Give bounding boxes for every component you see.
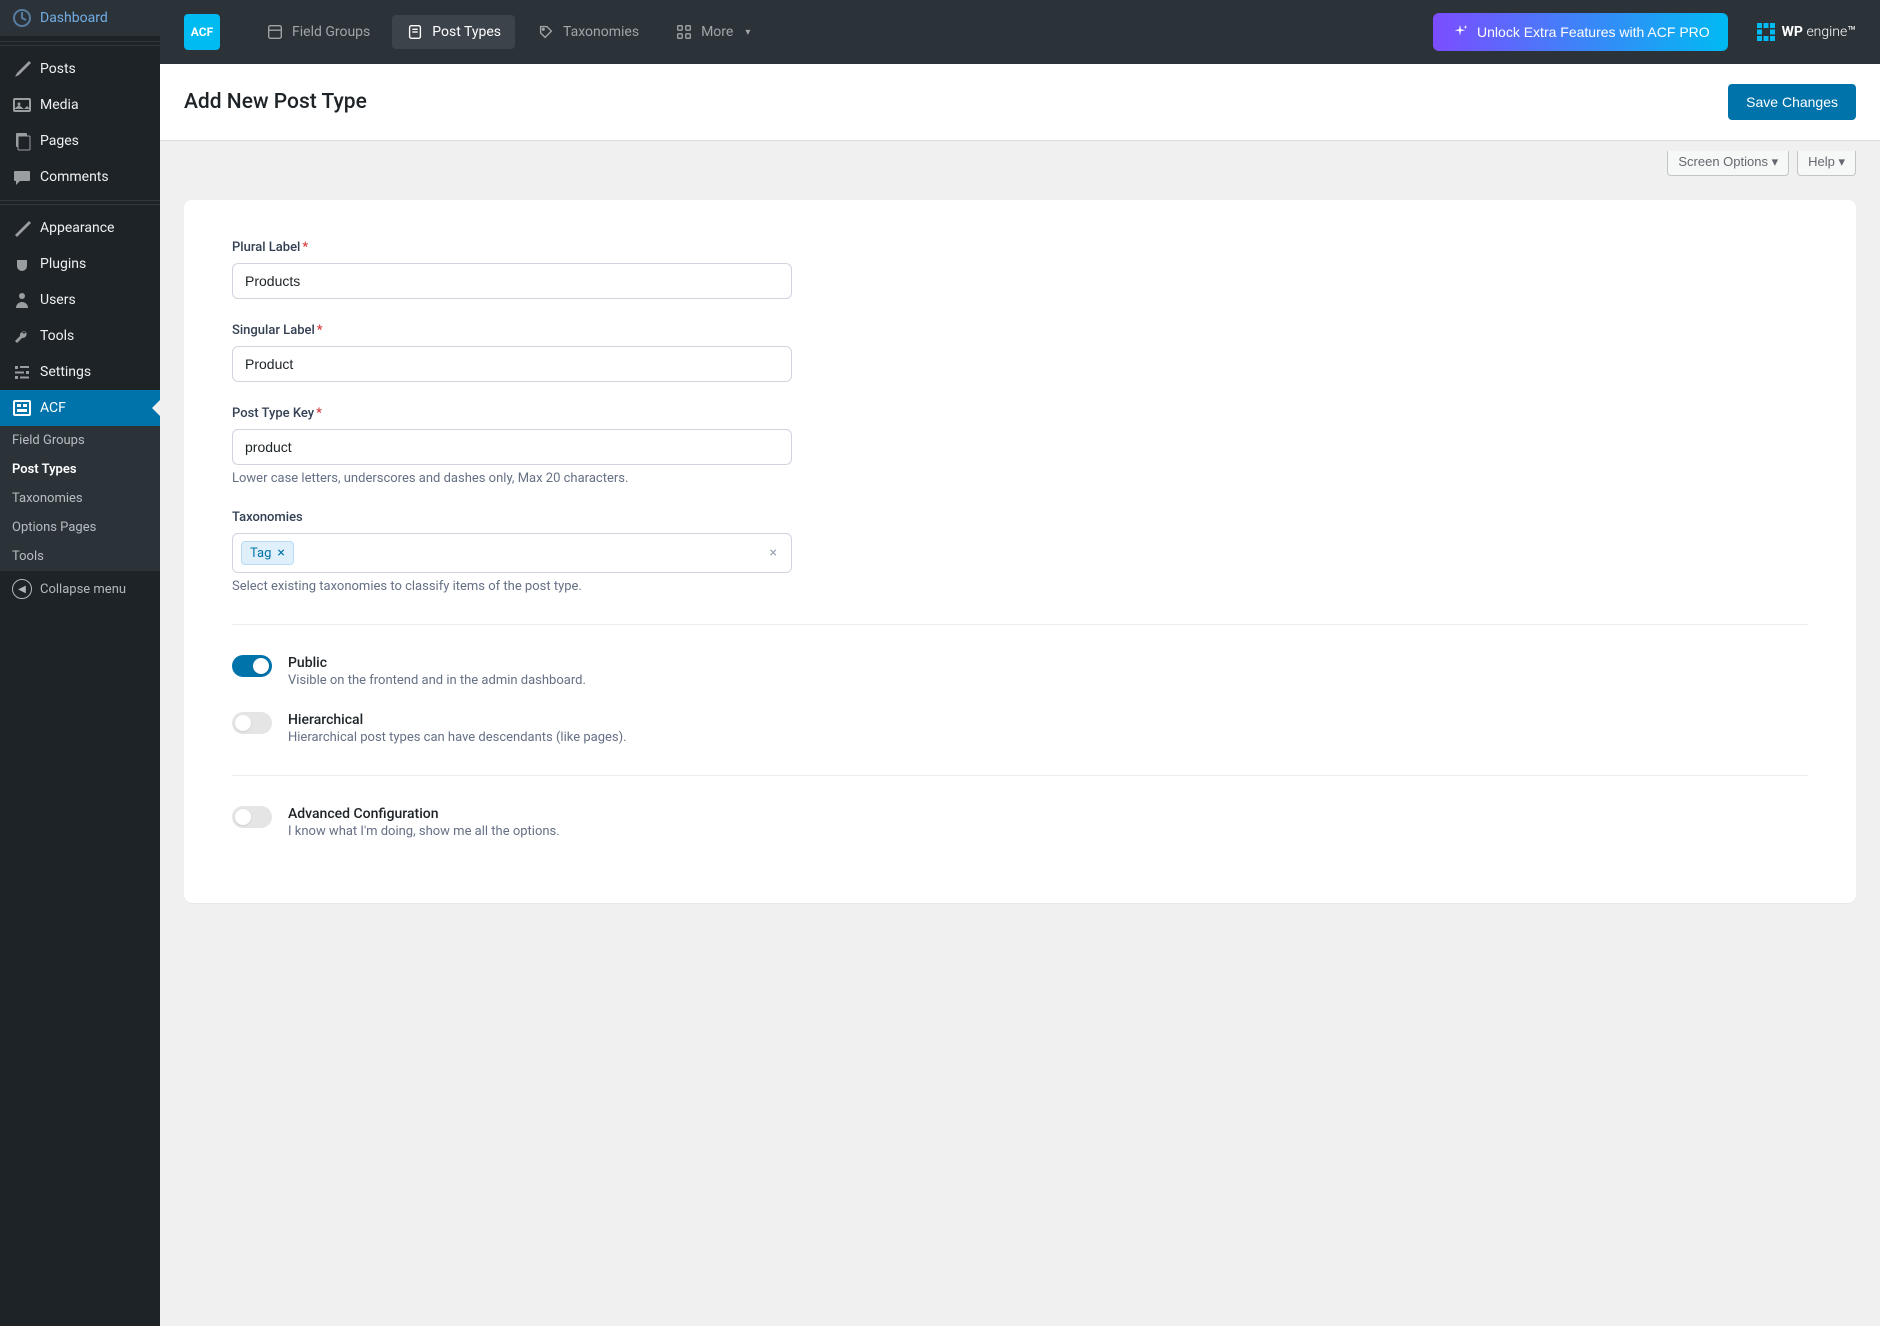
page-title: Add New Post Type [184, 90, 367, 114]
plugins-icon [12, 254, 32, 274]
post-type-key-label: Post Type Key* [232, 406, 792, 421]
collapse-menu[interactable]: ◀ Collapse menu [0, 571, 160, 607]
post-type-key-help: Lower case letters, underscores and dash… [232, 471, 792, 486]
sparkle-icon [1451, 23, 1469, 41]
advanced-desc: I know what I'm doing, show me all the o… [288, 824, 560, 839]
taxonomies-help: Select existing taxonomies to classify i… [232, 579, 792, 594]
acf-topbar: ACF Field Groups Post Types Taxonomies M… [160, 0, 1880, 64]
submenu-taxonomies[interactable]: Taxonomies [0, 484, 160, 513]
comments-icon [12, 167, 32, 187]
pages-icon [12, 131, 32, 151]
post-types-icon [406, 23, 424, 41]
public-title: Public [288, 655, 586, 671]
sidebar-item-plugins[interactable]: Plugins [0, 246, 160, 282]
sidebar-item-users[interactable]: Users [0, 282, 160, 318]
hierarchical-desc: Hierarchical post types can have descend… [288, 730, 627, 745]
plural-label-input[interactable] [232, 263, 792, 299]
clear-select-icon[interactable]: × [764, 545, 783, 561]
taxonomies-label: Taxonomies [232, 510, 792, 525]
advanced-title: Advanced Configuration [288, 806, 560, 822]
unlock-pro-button[interactable]: Unlock Extra Features with ACF PRO [1433, 13, 1728, 51]
topnav-taxonomies[interactable]: Taxonomies [523, 15, 653, 49]
acf-logo[interactable]: ACF [184, 14, 220, 50]
public-desc: Visible on the frontend and in the admin… [288, 673, 586, 688]
sidebar-item-comments[interactable]: Comments [0, 159, 160, 195]
sidebar-item-tools[interactable]: Tools [0, 318, 160, 354]
submenu-options-pages[interactable]: Options Pages [0, 513, 160, 542]
advanced-toggle-row: Advanced Configuration I know what I'm d… [232, 806, 1808, 839]
plural-label-label: Plural Label* [232, 240, 792, 255]
dashboard-icon [12, 8, 32, 28]
submenu-field-groups[interactable]: Field Groups [0, 426, 160, 455]
sidebar-item-dashboard[interactable]: Dashboard [0, 0, 160, 36]
submenu-post-types[interactable]: Post Types [0, 455, 160, 484]
topnav-post-types[interactable]: Post Types [392, 15, 515, 49]
hierarchical-title: Hierarchical [288, 712, 627, 728]
screen-options-row: Screen Options ▾ Help ▾ [160, 141, 1880, 176]
settings-icon [12, 362, 32, 382]
media-icon [12, 95, 32, 115]
help-tab[interactable]: Help ▾ [1797, 151, 1856, 176]
wpengine-logo[interactable]: WP engine™ [1756, 22, 1856, 42]
advanced-toggle[interactable] [232, 806, 272, 828]
sidebar-item-media[interactable]: Media [0, 87, 160, 123]
posts-icon [12, 59, 32, 79]
public-toggle-row: Public Visible on the frontend and in th… [232, 655, 1808, 688]
hierarchical-toggle-row: Hierarchical Hierarchical post types can… [232, 712, 1808, 745]
sidebar-submenu: Field Groups Post Types Taxonomies Optio… [0, 426, 160, 571]
collapse-icon: ◀ [12, 579, 32, 599]
remove-chip-icon[interactable]: × [277, 545, 284, 561]
sidebar-item-appearance[interactable]: Appearance [0, 210, 160, 246]
main-area: ACF Field Groups Post Types Taxonomies M… [160, 0, 1880, 1326]
save-changes-button[interactable]: Save Changes [1728, 84, 1856, 120]
plural-label-group: Plural Label* [232, 240, 792, 299]
content-area: Plural Label* Singular Label* Post Type … [160, 176, 1880, 927]
post-type-key-input[interactable] [232, 429, 792, 465]
singular-label-label: Singular Label* [232, 323, 792, 338]
tools-icon [12, 326, 32, 346]
page-header: Add New Post Type Save Changes [160, 64, 1880, 141]
taxonomies-group: Taxonomies Tag × × Select existing taxon… [232, 510, 792, 594]
chevron-down-icon: ▾ [745, 27, 750, 38]
wpengine-icon [1756, 22, 1776, 42]
more-icon [675, 23, 693, 41]
taxonomies-select[interactable]: Tag × × [232, 533, 792, 573]
topnav-more[interactable]: More ▾ [661, 15, 764, 49]
form-card: Plural Label* Singular Label* Post Type … [184, 200, 1856, 903]
submenu-tools[interactable]: Tools [0, 542, 160, 571]
screen-options-tab[interactable]: Screen Options ▾ [1667, 151, 1789, 176]
singular-label-group: Singular Label* [232, 323, 792, 382]
taxonomies-icon [537, 23, 555, 41]
topnav-field-groups[interactable]: Field Groups [252, 15, 384, 49]
users-icon [12, 290, 32, 310]
sidebar-item-acf[interactable]: ACF [0, 390, 160, 426]
field-groups-icon [266, 23, 284, 41]
singular-label-input[interactable] [232, 346, 792, 382]
sidebar-item-posts[interactable]: Posts [0, 51, 160, 87]
divider [232, 624, 1808, 625]
acf-icon [12, 398, 32, 418]
public-toggle[interactable] [232, 655, 272, 677]
sidebar-item-settings[interactable]: Settings [0, 354, 160, 390]
taxonomy-chip: Tag × [241, 541, 294, 565]
divider [232, 775, 1808, 776]
wp-sidebar: Dashboard Posts Media Pages Comments App… [0, 0, 160, 1326]
appearance-icon [12, 218, 32, 238]
hierarchical-toggle[interactable] [232, 712, 272, 734]
sidebar-item-pages[interactable]: Pages [0, 123, 160, 159]
post-type-key-group: Post Type Key* Lower case letters, under… [232, 406, 792, 486]
